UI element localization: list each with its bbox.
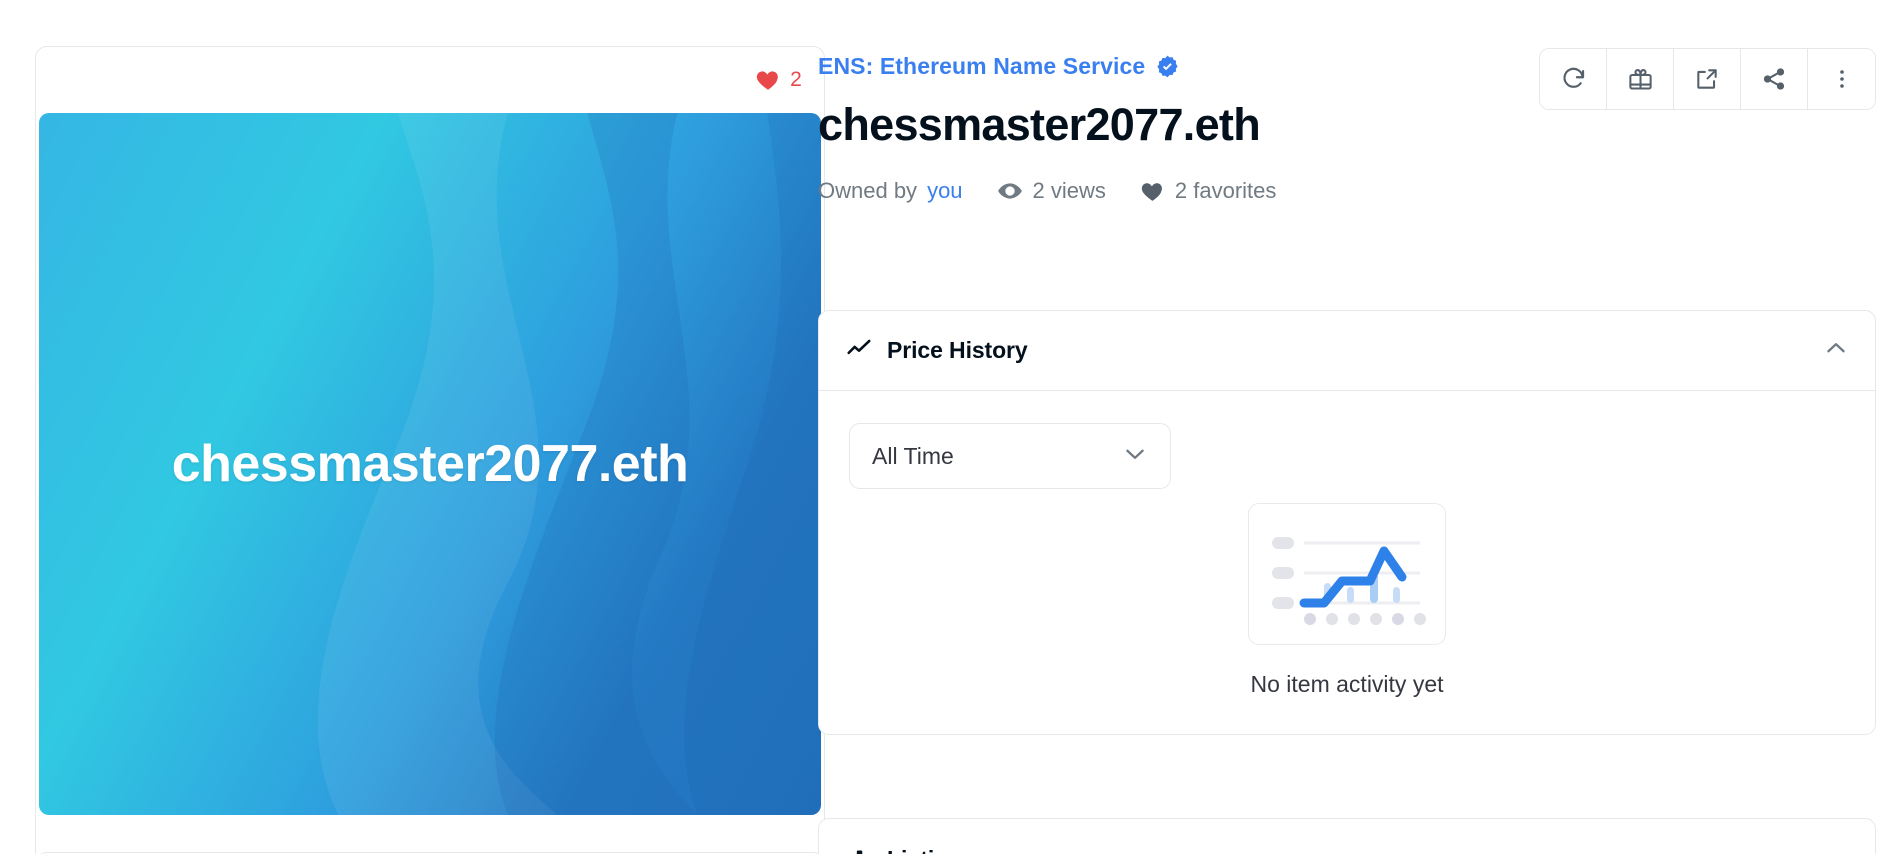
price-history-empty-state: No item activity yet	[849, 503, 1845, 698]
price-history-header[interactable]: Price History	[819, 311, 1875, 391]
heart-icon	[1140, 179, 1165, 204]
price-history-panel: Price History All Time No item activity …	[818, 310, 1876, 735]
item-detail-header: ENS: Ethereum Name Service chessmaster20…	[818, 46, 1876, 204]
price-history-title: Price History	[887, 337, 1028, 363]
gift-button[interactable]	[1607, 49, 1674, 109]
gift-icon	[1627, 66, 1654, 93]
eye-icon	[997, 178, 1023, 204]
owner-link[interactable]: you	[927, 178, 962, 204]
owned-by-label: Owned by	[818, 178, 918, 204]
favorites-group: 2 favorites	[1140, 178, 1277, 204]
trending-line-icon	[846, 335, 872, 366]
views-count-label: 2 views	[1032, 178, 1106, 204]
listings-panel-title: Listings	[887, 846, 975, 854]
chevron-up-icon[interactable]	[1823, 335, 1849, 366]
time-range-select[interactable]: All Time	[849, 423, 1171, 489]
price-history-header-left: Price History	[846, 335, 1028, 366]
refresh-metadata-button[interactable]	[1540, 49, 1607, 109]
more-options-button[interactable]	[1808, 49, 1875, 109]
chevron-down-icon	[1122, 441, 1148, 472]
asset-media-card: 2 chessmaster2077.eth	[35, 46, 825, 854]
refresh-icon	[1560, 66, 1587, 93]
favorite-count: 2	[790, 68, 802, 91]
heart-filled-icon[interactable]	[755, 67, 781, 93]
views-group: 2 views	[997, 178, 1106, 204]
listings-panel-header[interactable]: Listings	[819, 819, 1875, 854]
item-action-bar	[1539, 48, 1876, 110]
empty-state-text: No item activity yet	[1250, 671, 1444, 697]
open-external-button[interactable]	[1674, 49, 1741, 109]
share-button[interactable]	[1741, 49, 1808, 109]
empty-chart-illustration	[1248, 503, 1446, 645]
share-icon	[1761, 66, 1787, 92]
asset-card-header: 2	[36, 47, 824, 113]
more-vertical-icon	[1830, 67, 1854, 91]
external-link-icon	[1694, 66, 1720, 92]
collection-name-link[interactable]: ENS: Ethereum Name Service	[818, 53, 1145, 80]
chart-icon	[846, 844, 872, 854]
owner-group: Owned by you	[818, 178, 963, 204]
favorites-count-label: 2 favorites	[1174, 178, 1277, 204]
artwork-name-label: chessmaster2077.eth	[171, 435, 689, 493]
item-detail-page: 2 chessmaster2077.eth ENS: Ethereum Name…	[0, 0, 1895, 854]
price-history-body: All Time No item activity yet	[819, 391, 1875, 734]
listings-panel: Listings	[818, 818, 1876, 854]
verified-badge-icon	[1155, 54, 1180, 79]
time-range-value: All Time	[872, 442, 954, 469]
item-meta-row: Owned by you 2 views 2 favorites	[818, 178, 1876, 204]
nft-artwork[interactable]: chessmaster2077.eth	[39, 113, 821, 815]
